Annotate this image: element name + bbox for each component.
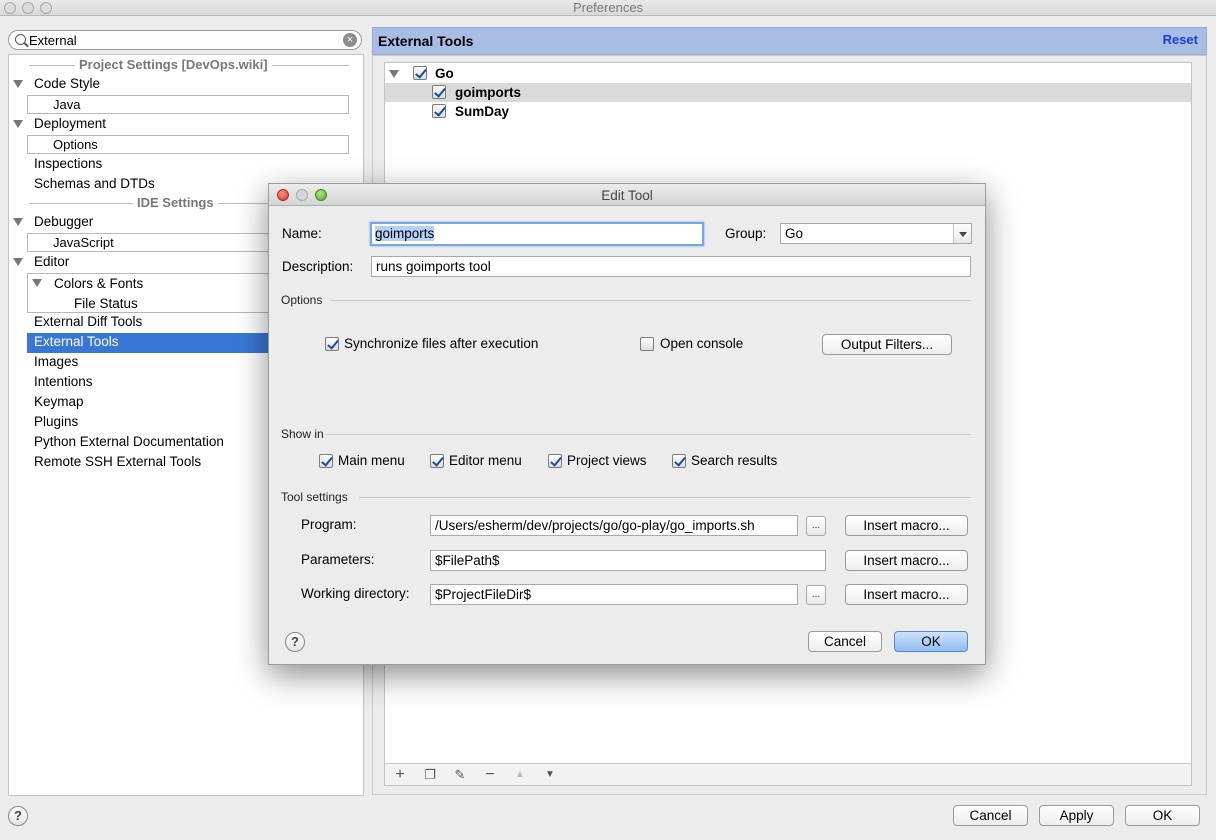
output-filters-button[interactable]: Output Filters... bbox=[822, 334, 952, 355]
tree-item-images[interactable]: Images bbox=[34, 352, 78, 372]
add-icon[interactable]: + bbox=[389, 766, 411, 784]
tools-toolbar: + ❐ ✎ − ▲ ▼ bbox=[384, 764, 1192, 786]
tool-item-goimports[interactable]: goimports bbox=[385, 83, 1191, 102]
group-select[interactable]: Go bbox=[780, 223, 972, 244]
tool-checkbox[interactable] bbox=[432, 85, 446, 99]
sync-files-checkbox[interactable] bbox=[325, 337, 339, 351]
main-menu-checkbox[interactable] bbox=[319, 454, 333, 468]
tool-item-sumday[interactable]: SumDay bbox=[385, 102, 1191, 121]
tool-settings-header: Tool settings bbox=[281, 490, 348, 504]
cancel-button[interactable]: Cancel bbox=[953, 805, 1028, 826]
chevron-down-icon[interactable] bbox=[13, 80, 23, 88]
search-results-checkbox[interactable] bbox=[672, 454, 686, 468]
group-label: Group: bbox=[725, 226, 767, 241]
chevron-down-icon[interactable] bbox=[32, 279, 42, 287]
dialog-titlebar: Edit Tool bbox=[269, 184, 985, 206]
options-header: Options bbox=[281, 293, 323, 307]
tree-item-options[interactable]: Options bbox=[27, 135, 349, 154]
program-label: Program: bbox=[301, 517, 357, 532]
window-title: Preferences bbox=[572, 0, 644, 15]
browse-program-button[interactable]: ... bbox=[806, 516, 826, 536]
dialog-help-button[interactable]: ? bbox=[285, 632, 305, 652]
open-console-checkbox[interactable] bbox=[640, 337, 654, 351]
copy-icon[interactable]: ❐ bbox=[419, 766, 441, 784]
tree-item-colors-fonts[interactable]: Colors & Fonts bbox=[54, 274, 143, 293]
tree-item-java[interactable]: Java bbox=[27, 95, 349, 114]
edit-tool-dialog: Edit Tool Name: goimports Group: Go Desc… bbox=[268, 183, 986, 665]
dialog-ok-button[interactable]: OK bbox=[894, 631, 968, 652]
chevron-down-icon[interactable] bbox=[13, 120, 23, 128]
search-input[interactable] bbox=[29, 32, 329, 48]
chevron-down-icon[interactable] bbox=[953, 224, 971, 243]
tool-group-go[interactable]: Go bbox=[385, 64, 1191, 83]
reset-link[interactable]: Reset bbox=[1163, 32, 1198, 47]
window-titlebar: Preferences bbox=[0, 0, 1216, 16]
editor-menu-label: Editor menu bbox=[449, 453, 522, 468]
remove-icon[interactable]: − bbox=[479, 766, 501, 784]
name-label: Name: bbox=[282, 226, 322, 241]
browse-workdir-button[interactable]: ... bbox=[806, 585, 826, 605]
tree-item-plugins[interactable]: Plugins bbox=[34, 412, 78, 432]
tree-item-external-diff[interactable]: External Diff Tools bbox=[34, 312, 142, 332]
help-button[interactable]: ? bbox=[8, 806, 28, 826]
ok-button[interactable]: OK bbox=[1125, 805, 1200, 826]
tool-checkbox[interactable] bbox=[432, 104, 446, 118]
panel-title: External Tools bbox=[378, 33, 474, 49]
clear-search-icon[interactable]: × bbox=[343, 33, 357, 47]
parameters-label: Parameters: bbox=[301, 552, 375, 567]
settings-search-box[interactable]: × bbox=[8, 30, 362, 50]
dialog-cancel-button[interactable]: Cancel bbox=[808, 631, 882, 652]
open-console-label: Open console bbox=[660, 336, 744, 351]
dialog-title: Edit Tool bbox=[601, 188, 653, 203]
workdir-label: Working directory: bbox=[301, 586, 410, 601]
project-settings-header: Project Settings [DevOps.wiki] bbox=[29, 55, 349, 75]
edit-icon[interactable]: ✎ bbox=[449, 766, 471, 784]
name-input[interactable]: goimports bbox=[370, 222, 704, 246]
description-input[interactable] bbox=[371, 256, 971, 277]
insert-macro-program-button[interactable]: Insert macro... bbox=[845, 515, 968, 536]
tree-item-python-doc[interactable]: Python External Documentation bbox=[34, 432, 224, 452]
editor-menu-checkbox[interactable] bbox=[430, 454, 444, 468]
tree-item-keymap[interactable]: Keymap bbox=[34, 392, 84, 412]
group-checkbox[interactable] bbox=[413, 66, 427, 80]
description-label: Description: bbox=[282, 259, 354, 274]
parameters-input[interactable] bbox=[430, 550, 826, 571]
panel-header: External Tools Reset bbox=[372, 27, 1207, 55]
insert-macro-workdir-button[interactable]: Insert macro... bbox=[845, 584, 968, 605]
tree-item-intentions[interactable]: Intentions bbox=[34, 372, 93, 392]
tree-item-remote-ssh[interactable]: Remote SSH External Tools bbox=[34, 452, 201, 472]
search-icon bbox=[15, 34, 26, 45]
tree-item-inspections[interactable]: Inspections bbox=[34, 154, 102, 174]
search-results-label: Search results bbox=[691, 453, 778, 468]
chevron-down-icon[interactable] bbox=[389, 70, 399, 78]
chevron-down-icon[interactable] bbox=[13, 258, 23, 266]
apply-button[interactable]: Apply bbox=[1039, 805, 1114, 826]
project-views-label: Project views bbox=[567, 453, 647, 468]
workdir-input[interactable] bbox=[430, 584, 798, 605]
main-menu-label: Main menu bbox=[338, 453, 405, 468]
tree-item-file-status[interactable]: File Status bbox=[74, 294, 138, 313]
project-views-checkbox[interactable] bbox=[548, 454, 562, 468]
program-input[interactable] bbox=[430, 515, 798, 536]
move-up-icon[interactable]: ▲ bbox=[509, 766, 531, 784]
chevron-down-icon[interactable] bbox=[13, 218, 23, 226]
tree-item-external-tools[interactable]: External Tools bbox=[34, 332, 119, 352]
show-in-header: Show in bbox=[281, 427, 324, 441]
sync-files-label: Synchronize files after execution bbox=[344, 336, 539, 351]
insert-macro-parameters-button[interactable]: Insert macro... bbox=[845, 550, 968, 571]
tree-item-schemas[interactable]: Schemas and DTDs bbox=[34, 174, 155, 194]
move-down-icon[interactable]: ▼ bbox=[539, 766, 561, 784]
